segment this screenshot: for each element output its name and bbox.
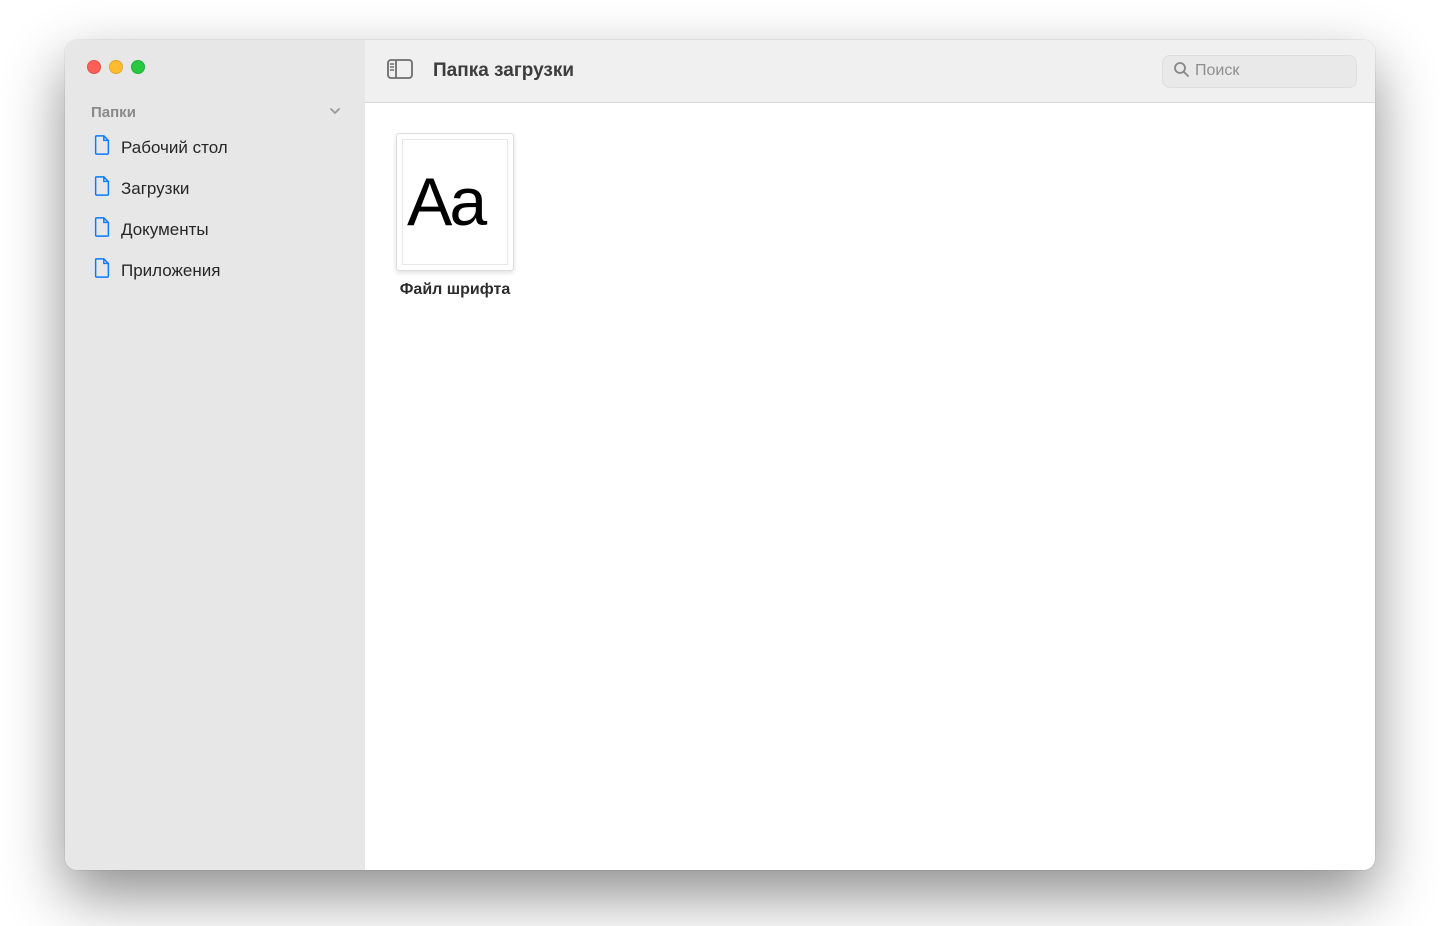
search-icon [1173, 61, 1189, 82]
search-input[interactable] [1195, 62, 1346, 80]
file-thumbnail: Aa [396, 133, 514, 271]
document-icon [93, 135, 111, 160]
sidebar-item-desktop[interactable]: Рабочий стол [65, 127, 365, 168]
file-grid: Aa Файл шрифта [365, 103, 1375, 870]
document-icon [93, 217, 111, 242]
sidebar-item-label: Документы [121, 220, 209, 240]
document-icon [93, 176, 111, 201]
finder-window: Папки Рабочий стол [65, 40, 1375, 870]
window-controls [65, 60, 365, 104]
sidebar-item-applications[interactable]: Приложения [65, 250, 365, 291]
sidebar-toggle-icon[interactable] [387, 59, 413, 84]
sidebar-item-documents[interactable]: Документы [65, 209, 365, 250]
sidebar: Папки Рабочий стол [65, 40, 365, 870]
document-icon [93, 258, 111, 283]
page-title: Папка загрузки [433, 60, 1142, 82]
file-item-font[interactable]: Aa Файл шрифта [395, 133, 515, 299]
sidebar-item-label: Рабочий стол [121, 138, 228, 158]
font-glyph-icon: Aa [407, 168, 484, 236]
main-area: Папка загрузки Aa Файл шрифта [365, 40, 1375, 870]
file-label: Файл шрифта [400, 281, 510, 299]
toolbar: Папка загрузки [365, 40, 1375, 103]
sidebar-item-label: Загрузки [121, 179, 189, 199]
font-preview: Aa [402, 139, 508, 265]
sidebar-item-label: Приложения [121, 261, 220, 281]
sidebar-item-downloads[interactable]: Загрузки [65, 168, 365, 209]
sidebar-section-header[interactable]: Папки [65, 104, 365, 127]
chevron-down-icon [329, 104, 341, 121]
maximize-window-button[interactable] [131, 60, 145, 74]
sidebar-section-title: Папки [91, 104, 136, 121]
minimize-window-button[interactable] [109, 60, 123, 74]
close-window-button[interactable] [87, 60, 101, 74]
search-box[interactable] [1162, 55, 1357, 88]
